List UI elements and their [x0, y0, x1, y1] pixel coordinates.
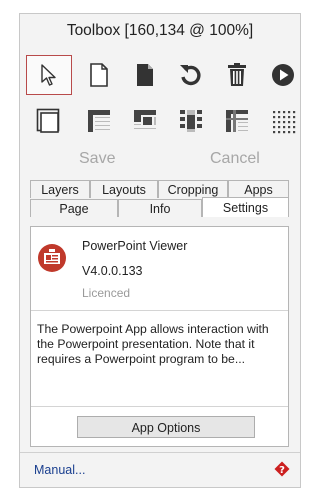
dotted-grid-icon: [270, 108, 296, 134]
app-license: Licenced: [82, 286, 131, 300]
play-icon: [271, 63, 295, 87]
pointer-icon: [38, 63, 60, 87]
tab-page[interactable]: Page: [30, 199, 118, 217]
tab-layouts[interactable]: Layouts: [90, 180, 158, 198]
rotate-button[interactable]: [168, 55, 214, 95]
tab-layers[interactable]: Layers: [30, 180, 90, 198]
page-frame-button[interactable]: [26, 101, 72, 141]
layout-center-icon: [178, 108, 204, 134]
app-version: V4.0.0.133: [82, 264, 143, 278]
delete-button[interactable]: [214, 55, 260, 95]
layout-stepped-icon: [132, 108, 158, 134]
footer: Manual... ?: [20, 452, 300, 487]
play-button[interactable]: [260, 55, 306, 95]
settings-pane: PowerPoint Viewer V4.0.0.133 Licenced Th…: [30, 226, 289, 447]
pointer-tool-button[interactable]: [26, 55, 72, 95]
tab-apps[interactable]: Apps: [228, 180, 289, 198]
toolbox-title: Toolbox [160,134 @ 100%]: [66, 22, 254, 39]
layout-cross-icon: [224, 108, 250, 134]
app-options-button[interactable]: App Options: [77, 416, 255, 438]
new-page-button[interactable]: [76, 55, 122, 95]
layout-cross-button[interactable]: [214, 101, 260, 141]
help-icon[interactable]: ?: [274, 461, 290, 477]
filled-page-icon: [134, 62, 156, 88]
layout-center-button[interactable]: [168, 101, 214, 141]
page-frame-icon: [36, 108, 62, 134]
trash-icon: [226, 62, 248, 88]
save-button[interactable]: Save: [79, 150, 115, 168]
divider: [31, 406, 288, 407]
tab-settings[interactable]: Settings: [202, 197, 289, 217]
app-name: PowerPoint Viewer: [82, 239, 188, 253]
powerpoint-app-icon: [38, 244, 66, 272]
manual-link[interactable]: Manual...: [34, 463, 85, 477]
rotate-icon: [178, 62, 204, 88]
cancel-button[interactable]: Cancel: [210, 150, 260, 168]
layout-stepped-button[interactable]: [122, 101, 168, 141]
tab-info[interactable]: Info: [118, 199, 202, 217]
dotted-grid-button[interactable]: [260, 101, 306, 141]
toolbox-panel: Toolbox [160,134 @ 100%] Save Cancel Lay…: [19, 13, 301, 488]
app-description: The Powerpoint App allows interaction wi…: [37, 322, 269, 366]
svg-text:?: ?: [279, 465, 285, 476]
layout-top-left-icon: [86, 108, 112, 134]
layout-top-left-button[interactable]: [76, 101, 122, 141]
tab-cropping[interactable]: Cropping: [158, 180, 228, 198]
divider: [31, 310, 288, 311]
duplicate-page-button[interactable]: [122, 55, 168, 95]
blank-page-icon: [88, 62, 110, 88]
